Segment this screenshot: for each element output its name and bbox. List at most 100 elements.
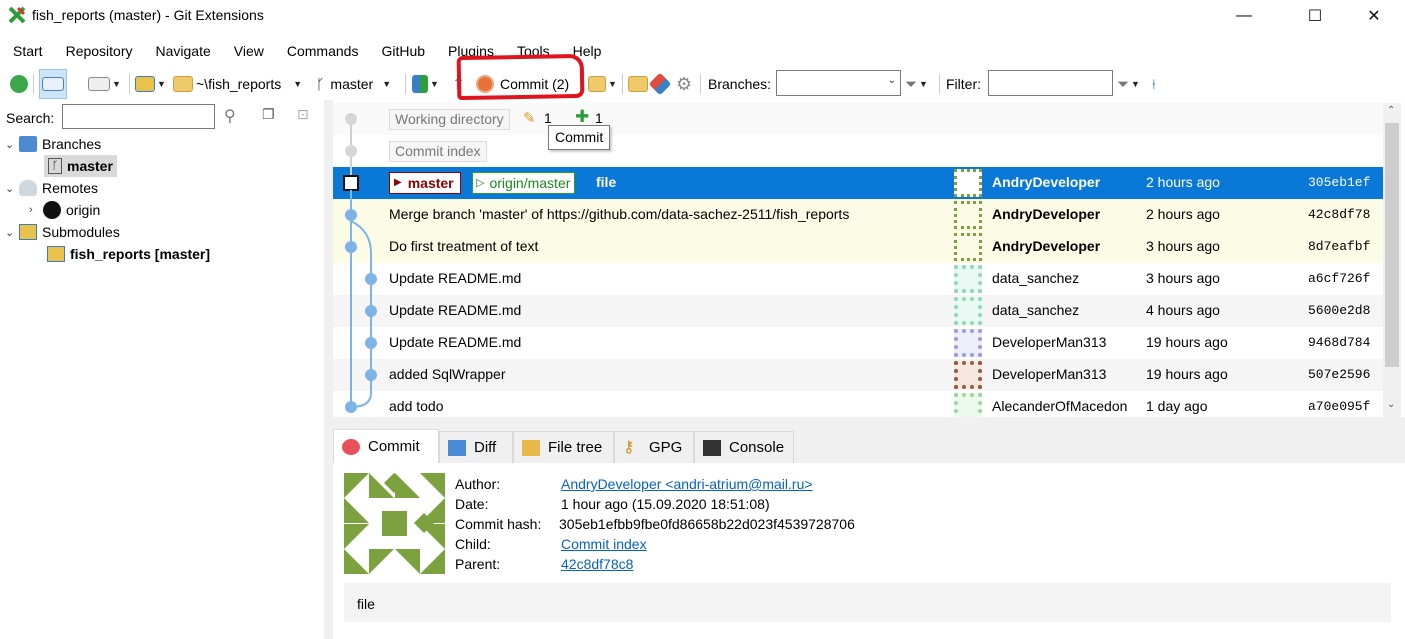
added-count: 1: [595, 110, 603, 126]
layout-menu-button[interactable]: ▼: [88, 68, 121, 100]
horizontal-splitter[interactable]: [333, 417, 1405, 427]
commit-date: 4 hours ago: [1146, 302, 1220, 318]
branch-icon: ᚴ: [316, 76, 325, 92]
tree-node-branches[interactable]: ⌄ Branches: [5, 133, 101, 155]
working-directory-row[interactable]: Working directory ✎ 1 ✚ 1: [333, 103, 1383, 135]
console-icon: [703, 439, 721, 456]
avatar: [954, 329, 982, 357]
author-link[interactable]: AndryDeveloper <andri-atrium@mail.ru>: [561, 476, 813, 492]
table-row[interactable]: Merge branch 'master' of https://github.…: [333, 199, 1383, 231]
refresh-button[interactable]: [10, 68, 28, 100]
layout-toggle-button[interactable]: [39, 69, 67, 99]
chevron-down-icon: ▼: [430, 79, 439, 89]
parent-link[interactable]: 42c8df78c8: [561, 556, 633, 572]
key-icon: ⚷: [623, 438, 635, 456]
table-row[interactable]: Update README.md data_sanchez 4 hours ag…: [333, 295, 1383, 327]
settings-button[interactable]: ⚙: [676, 68, 692, 100]
menu-navigate[interactable]: Navigate: [156, 40, 211, 62]
git-actions-button[interactable]: ▼: [412, 68, 439, 100]
detail-tabs: Commit Diff File tree ⚷ GPG Console: [333, 427, 1405, 463]
collapse-all-icon[interactable]: ❐: [262, 106, 275, 123]
open-repository-button[interactable]: ▼: [135, 68, 166, 100]
branch-badge-origin[interactable]: ▷ origin/master: [472, 172, 576, 194]
expand-chevron-icon[interactable]: ⌄: [5, 226, 19, 239]
cloud-icon: [19, 180, 37, 196]
table-row[interactable]: ▶ master ▷ origin/master file AndryDevel…: [333, 167, 1383, 199]
menu-view[interactable]: View: [234, 40, 264, 62]
tree-node-submodules[interactable]: ⌄ Submodules: [5, 221, 120, 243]
tab-console[interactable]: Console: [694, 431, 794, 463]
tree-node-remotes[interactable]: ⌄ Remotes: [5, 177, 98, 199]
table-row[interactable]: add todo AlecanderOfMacedon 1 day ago a7…: [333, 391, 1383, 417]
modified-count: 1: [544, 110, 552, 126]
search-input[interactable]: [62, 104, 215, 129]
commit-author: AlecanderOfMacedon: [992, 398, 1128, 414]
chevron-down-icon: ▼: [919, 79, 928, 89]
scroll-down-icon[interactable]: ⌄: [1387, 399, 1395, 410]
show-first-parent-button[interactable]: ⍿: [1152, 68, 1156, 100]
panel-splitter[interactable]: [324, 100, 333, 639]
commit-hash: 9468d784: [1308, 335, 1371, 350]
branches-filter-combo[interactable]: ⌄: [776, 70, 901, 96]
funnel-icon: ⏷: [1117, 75, 1130, 93]
menu-start[interactable]: Start: [13, 40, 43, 62]
maximize-button[interactable]: ☐: [1292, 0, 1338, 32]
collapse-chevron-icon[interactable]: ›: [29, 204, 43, 216]
commit-message: Update README.md: [389, 302, 522, 318]
branch-select-button[interactable]: ᚴ master ▼: [316, 68, 391, 100]
scroll-up-icon[interactable]: ⌃: [1387, 105, 1395, 116]
branches-filter-button[interactable]: ⏷ ▼: [905, 68, 928, 100]
branch-badge-master[interactable]: ▶ master: [389, 172, 461, 194]
refresh-icon: [10, 75, 28, 93]
tab-gpg[interactable]: ⚷ GPG: [614, 431, 694, 463]
child-link[interactable]: Commit index: [561, 536, 647, 552]
filter-input[interactable]: [988, 70, 1113, 96]
grid-vertical-scrollbar[interactable]: ⌃ ⌄: [1383, 103, 1401, 417]
menu-github[interactable]: GitHub: [381, 40, 425, 62]
menu-commands[interactable]: Commands: [287, 40, 359, 62]
tab-file-tree[interactable]: File tree: [513, 431, 614, 463]
tree-node-master[interactable]: ᚴ master: [44, 155, 117, 177]
tree-node-submodule-fish-reports[interactable]: fish_reports [master]: [47, 243, 210, 265]
commit-date: 3 hours ago: [1146, 270, 1220, 286]
commit-message: file: [596, 174, 617, 190]
graph-node: [365, 337, 377, 349]
minimize-button[interactable]: —: [1221, 0, 1267, 32]
table-row[interactable]: added SqlWrapper DeveloperMan313 19 hour…: [333, 359, 1383, 391]
repository-path-button[interactable]: ~\fish_reports ▼: [173, 68, 302, 100]
expand-chevron-icon[interactable]: ⌄: [5, 182, 19, 195]
toolbar: ▼ ▼ ~\fish_reports ▼ ᚴ master ▼ ▼ ⬆ Comm…: [0, 68, 1405, 100]
search-icon[interactable]: ⚲: [224, 106, 236, 126]
commit-author: data_sanchez: [992, 270, 1080, 286]
submodules-folder-icon: [19, 224, 37, 240]
toolbar-separator: [405, 74, 406, 94]
plus-icon: ✚: [575, 107, 590, 126]
folder-icon: [173, 76, 193, 92]
commit-index-row[interactable]: Commit index: [333, 135, 1383, 167]
title-bar: fish_reports (master) - Git Extensions —…: [0, 0, 1405, 32]
tab-commit[interactable]: Commit: [333, 429, 439, 463]
commit-date: 2 hours ago: [1146, 206, 1220, 222]
working-directory-pill: Working directory: [389, 109, 510, 130]
git-bash-button[interactable]: [648, 68, 672, 100]
graph-node: [345, 113, 357, 125]
commit-hash: 507e2596: [1308, 367, 1371, 382]
expand-chevron-icon[interactable]: ⌄: [5, 138, 19, 151]
commit-message: added SqlWrapper: [389, 366, 506, 382]
chevron-down-icon: ▼: [293, 79, 303, 89]
avatar: [954, 361, 982, 389]
file-explorer-button[interactable]: [628, 68, 648, 100]
tab-diff[interactable]: Diff: [439, 431, 513, 463]
close-button[interactable]: ✕: [1351, 0, 1397, 32]
revision-filter-button[interactable]: ⏷ ▼: [1117, 68, 1140, 100]
menu-repository[interactable]: Repository: [66, 40, 133, 62]
table-row[interactable]: Update README.md data_sanchez 3 hours ag…: [333, 263, 1383, 295]
table-row[interactable]: Update README.md DeveloperMan313 19 hour…: [333, 327, 1383, 359]
file-tree-icon: [522, 439, 540, 456]
locate-icon[interactable]: ⊡: [297, 106, 309, 123]
scrollbar-thumb[interactable]: [1385, 123, 1399, 367]
stash-button[interactable]: ▼: [588, 68, 617, 100]
github-icon: [43, 201, 61, 219]
tree-node-origin[interactable]: › origin: [29, 199, 100, 221]
table-row[interactable]: Do first treatment of text AndryDevelope…: [333, 231, 1383, 263]
